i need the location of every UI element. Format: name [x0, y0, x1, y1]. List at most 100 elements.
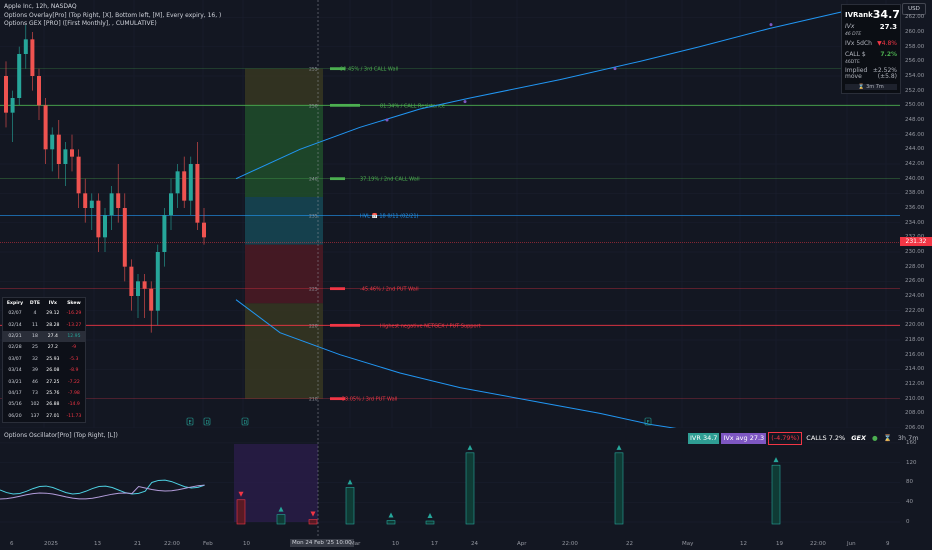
level-label: 90.45% / 3rd CALL Wall — [340, 67, 398, 73]
osc-bar — [771, 464, 781, 525]
osc-axis-label: 40 — [906, 499, 913, 506]
gex-zone — [245, 197, 323, 245]
table-cell: 102 — [30, 402, 40, 408]
price-axis-label: 238.00 — [905, 190, 925, 197]
price-axis[interactable]: 262.00 260.00 258.00 256.00 254.00 252.00 250.… — [902, 0, 932, 431]
ivr-line — [0, 479, 205, 495]
time-axis[interactable]: 6 2025 13 21 22:00 Feb 10 Mon 24 Feb '25 10:00 M… — [0, 538, 900, 550]
table-cell: 25.76 — [46, 390, 60, 396]
candle-body — [56, 134, 61, 164]
strike-marker: 240 — [309, 177, 318, 183]
candle-body — [188, 164, 193, 201]
time-axis-label: 21 — [134, 541, 141, 547]
table-row: 02/14 11 28.28 -13.27 — [3, 319, 85, 330]
price-axis-label: 218.00 — [905, 337, 925, 343]
time-axis-label: Apr — [517, 541, 527, 547]
osc-bar — [386, 520, 396, 525]
table-cell: 03/07 — [8, 356, 22, 362]
table-cell: 18 — [32, 333, 38, 339]
osc-bar — [308, 519, 318, 525]
table-row: 06/20 137 27.01 -11.73 — [3, 411, 85, 422]
table-cell: -7.98 — [67, 390, 80, 396]
ivx-avg-line — [0, 484, 205, 500]
table-row: 02/21 18 27.4 12.95 — [3, 330, 85, 343]
table-row: 02/28 25 27.2 -9 — [3, 342, 85, 353]
table-cell: 06/20 — [8, 413, 22, 419]
osc-arrow-icon — [467, 444, 473, 450]
wall-bar — [330, 323, 360, 327]
expiry-table-header: Skew — [67, 300, 81, 306]
table-cell: 02/07 — [8, 311, 22, 317]
table-row: 03/07 32 25.93 -5.3 — [3, 354, 85, 365]
candle-body — [96, 200, 101, 238]
candle-body — [169, 193, 173, 216]
implied-label: Implied move — [845, 67, 868, 80]
price-axis-label: 220.00 — [905, 322, 925, 329]
osc-bar — [276, 514, 286, 525]
table-cell: 03/21 — [8, 379, 22, 385]
osc-axis-label: 120 — [906, 459, 917, 466]
status-ivx-avg: IVx avg 27.3 — [721, 432, 767, 444]
table-cell: 26.08 — [46, 368, 60, 374]
expiry-dot — [613, 67, 617, 71]
candle-body — [175, 171, 180, 194]
osc-axis-label: 0 — [906, 519, 910, 525]
expiry-table: Expiry DTE IVx Skew 02/07 4 29.12 -16.29 02/14 1… — [2, 297, 86, 423]
table-cell: 27.4 — [47, 333, 58, 339]
price-axis-label: 234.00 — [905, 219, 925, 226]
table-cell: 46 — [32, 379, 38, 385]
price-axis-label: 208.00 — [905, 410, 925, 417]
table-cell: 28.28 — [46, 322, 60, 328]
table-cell: 137 — [30, 413, 40, 419]
wall-bar — [330, 103, 360, 107]
time-axis-label: 10 — [243, 541, 250, 547]
event-marker-label: E — [189, 420, 192, 426]
time-axis-label: Mon 24 Feb '25 10:00 — [290, 539, 354, 547]
osc-arrow-icon — [388, 512, 394, 518]
price-axis-label: 222.00 — [905, 307, 925, 314]
legend-oscillator: Options Oscillator[Pro] (Top Right, [L]) — [4, 432, 118, 439]
table-row: 02/07 4 29.12 -16.29 — [3, 308, 85, 319]
level-label: 37.19% / 2nd CALL Wall — [360, 177, 420, 183]
table-cell: 27.25 — [46, 379, 60, 385]
candle-body — [129, 266, 134, 296]
strike-marker: 250 — [309, 103, 318, 109]
osc-bar — [465, 452, 475, 525]
wall-bar — [330, 177, 345, 181]
time-axis-label: 10 — [392, 541, 399, 547]
oscillator-pane[interactable] — [0, 430, 900, 538]
candle-body — [76, 156, 81, 194]
price-pane[interactable]: 90.45% / 3rd CALL Wall 81.34% / CALL Resi… — [0, 0, 900, 428]
chart-stage[interactable]: 90.45% / 3rd CALL Wall 81.34% / CALL Resi… — [0, 0, 932, 550]
price-axis-label: 214.00 — [905, 366, 925, 373]
gex-zone — [245, 244, 323, 304]
candle-body — [122, 208, 127, 267]
candle-body — [109, 193, 114, 216]
table-cell: -9 — [71, 345, 77, 351]
osc-arrow-icon — [616, 444, 622, 450]
price-axis-label: 244.00 — [905, 146, 925, 153]
osc-arrow-icon — [347, 479, 353, 485]
event-marker-label: D — [206, 420, 210, 426]
legend-overlay: Options Overlay[Pro] (Top Right, [X], Bo… — [4, 12, 222, 19]
ivx5d-value: ▼4.8% — [877, 40, 897, 47]
price-axis-label: 216.00 — [905, 351, 925, 358]
table-cell: 11 — [32, 322, 38, 328]
gex-zone — [245, 303, 323, 399]
strike-marker: 235 — [309, 213, 318, 219]
osc-bar — [236, 499, 246, 525]
table-row: 03/21 46 27.25 -7.22 — [3, 376, 85, 387]
table-cell: 04/17 — [8, 390, 22, 396]
time-axis-label: 22:00 — [810, 541, 826, 547]
osc-bar — [345, 487, 355, 525]
time-axis-label: 6 — [10, 541, 14, 547]
time-axis-label: 12 — [740, 541, 747, 547]
event-marker-label: E — [647, 420, 650, 426]
ivrank-label: IVRank — [845, 10, 873, 19]
price-axis-label: 248.00 — [905, 117, 925, 123]
table-cell: 12.95 — [67, 333, 81, 339]
price-axis-label: 212.00 — [905, 381, 925, 387]
candle-body — [136, 281, 140, 296]
time-axis-label: Jun — [847, 541, 856, 547]
expiry-table-header: DTE — [29, 300, 40, 306]
